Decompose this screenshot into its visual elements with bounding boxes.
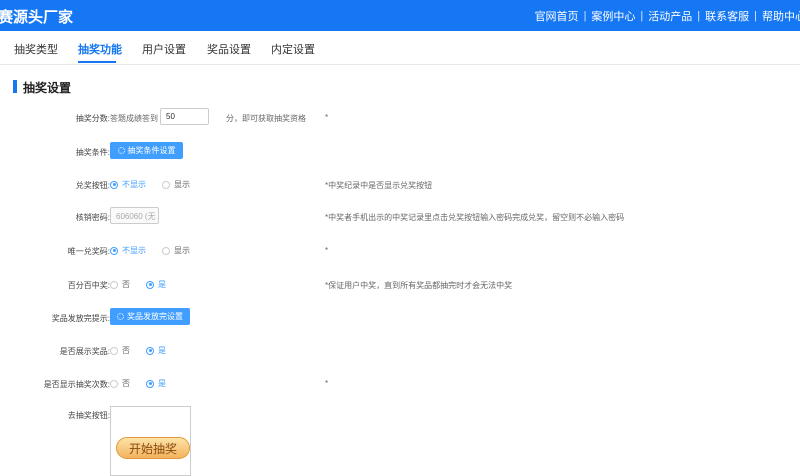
redeem-show-label: 显示 xyxy=(174,180,190,189)
radio-dot-icon xyxy=(162,246,170,255)
redeem-hide-label: 不显示 xyxy=(122,180,146,189)
show-draw-count-yes-radio[interactable]: 是 xyxy=(146,378,166,389)
nav-separator: | xyxy=(697,10,701,22)
verify-code-hint: *中奖者手机出示的中奖记录里点击兑奖按钮输入密码完成兑奖，留空则不必输入密码 xyxy=(325,213,625,222)
redeem-button-label: 兑奖按钮: xyxy=(75,181,110,190)
guaranteed-yes-radio[interactable]: 是 xyxy=(146,279,166,290)
nav-cases-link[interactable]: 案例中心 xyxy=(591,8,635,24)
show-prizes-yes-radio[interactable]: 是 xyxy=(146,345,166,356)
guaranteed-hint: *保证用户中奖，直到所有奖品都抽完时才会无法中奖 xyxy=(325,281,513,290)
radio-dot-icon xyxy=(146,280,154,289)
tab-user-settings[interactable]: 用户设置 xyxy=(142,41,186,57)
radio-dot-icon xyxy=(110,246,118,255)
nav-help-link[interactable]: 帮助中心 xyxy=(762,8,800,24)
show-draw-count-yes-label: 是 xyxy=(158,379,166,388)
radio-dot-icon xyxy=(146,346,154,355)
tab-draw-type[interactable]: 抽奖类型 xyxy=(14,41,58,57)
nav-separator: | xyxy=(583,10,587,22)
condition-label: 抽奖条件: xyxy=(75,148,110,157)
show-draw-count-no-radio[interactable]: 否 xyxy=(110,378,130,389)
top-nav: 官网首页 | 案例中心 | 活动产品 | 联系客服 | 帮助中心 xyxy=(535,8,800,24)
show-draw-count-no-label: 否 xyxy=(122,379,130,388)
score-input[interactable]: 50 xyxy=(160,108,209,125)
score-suffix: 分，即可获取抽奖资格 xyxy=(226,114,306,123)
tab-prize-settings[interactable]: 奖品设置 xyxy=(207,41,251,57)
section-marker xyxy=(13,80,17,93)
score-prefix: 答题成绩答到 xyxy=(110,114,158,123)
score-hint: * xyxy=(325,113,329,122)
condition-settings-label: 抽奖条件设置 xyxy=(127,146,176,155)
nav-separator: | xyxy=(754,10,757,22)
score-label: 抽奖分数: xyxy=(75,114,110,123)
draw-button-preview[interactable]: 开始抽奖 xyxy=(110,406,191,476)
gear-icon xyxy=(117,313,124,320)
radio-dot-icon xyxy=(110,180,118,189)
show-draw-count-hint: * xyxy=(325,379,329,388)
radio-dot-icon xyxy=(162,180,170,189)
active-tab-indicator xyxy=(78,61,116,63)
nav-separator: | xyxy=(640,10,644,22)
tab-preset-settings[interactable]: 内定设置 xyxy=(271,41,315,57)
radio-dot-icon xyxy=(110,280,118,289)
show-prizes-no-label: 否 xyxy=(122,346,130,355)
nav-products-link[interactable]: 活动产品 xyxy=(648,8,692,24)
redeem-hide-radio[interactable]: 不显示 xyxy=(110,179,146,190)
verify-code-input[interactable]: 606060 (无 xyxy=(110,207,159,224)
unique-code-hide-radio[interactable]: 不显示 xyxy=(110,245,146,256)
guaranteed-label: 百分百中奖: xyxy=(67,281,110,290)
redeem-button-hint: *中奖纪录中是否显示兑奖按钮 xyxy=(325,181,433,190)
settings-tabs: 抽奖类型 抽奖功能 用户设置 奖品设置 内定设置 xyxy=(0,31,800,65)
radio-dot-icon xyxy=(110,379,118,388)
prize-done-label: 奖品发放完提示: xyxy=(51,314,110,323)
guaranteed-no-radio[interactable]: 否 xyxy=(110,279,130,290)
gear-icon xyxy=(117,147,125,154)
section-title: 抽奖设置 xyxy=(23,81,72,95)
redeem-show-radio[interactable]: 显示 xyxy=(162,179,190,190)
nav-home-link[interactable]: 官网首页 xyxy=(535,8,579,24)
guaranteed-yes-label: 是 xyxy=(158,280,166,289)
unique-code-hide-label: 不显示 xyxy=(122,246,146,255)
unique-code-show-label: 显示 xyxy=(174,246,190,255)
show-prizes-label: 是否展示奖品: xyxy=(59,347,110,356)
show-draw-count-label: 是否显示抽奖次数: xyxy=(43,380,110,389)
unique-code-hint: * xyxy=(325,246,329,255)
start-draw-button[interactable]: 开始抽奖 xyxy=(116,437,190,459)
nav-support-link[interactable]: 联系客服 xyxy=(705,8,749,24)
unique-code-show-radio[interactable]: 显示 xyxy=(162,245,190,256)
top-header-bar: 赛源头厂家 官网首页 | 案例中心 | 活动产品 | 联系客服 | 帮助中心 xyxy=(0,0,800,31)
show-prizes-yes-label: 是 xyxy=(158,346,166,355)
draw-button-label: 去抽奖按钮: xyxy=(67,411,110,420)
show-prizes-no-radio[interactable]: 否 xyxy=(110,345,130,356)
tab-draw-function[interactable]: 抽奖功能 xyxy=(78,41,122,57)
condition-settings-button[interactable]: 抽奖条件设置 xyxy=(110,142,183,159)
guaranteed-no-label: 否 xyxy=(122,280,130,289)
radio-dot-icon xyxy=(110,346,118,355)
unique-code-label: 唯一兑奖码: xyxy=(67,247,110,256)
verify-code-label: 核销密码: xyxy=(75,213,110,222)
radio-dot-icon xyxy=(146,379,154,388)
prize-done-settings-button[interactable]: 奖品发放完设置 xyxy=(110,308,190,325)
prize-done-settings-label: 奖品发放完设置 xyxy=(127,312,183,321)
brand-title: 赛源头厂家 xyxy=(0,9,74,26)
